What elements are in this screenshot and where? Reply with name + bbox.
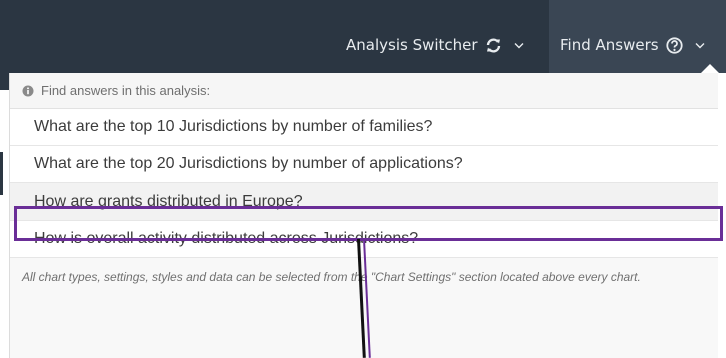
info-icon xyxy=(22,85,34,97)
chevron-down-icon xyxy=(514,42,524,49)
help-icon xyxy=(665,36,683,54)
question-item[interactable]: What are the top 20 Jurisdictions by num… xyxy=(10,146,718,183)
question-text: What are the top 10 Jurisdictions by num… xyxy=(34,118,433,135)
question-item[interactable]: What are the top 10 Jurisdictions by num… xyxy=(10,109,718,146)
refresh-icon xyxy=(485,37,502,53)
analysis-switcher-label: Analysis Switcher xyxy=(346,36,478,54)
dropdown-header: Find answers in this analysis: xyxy=(10,73,718,109)
question-text: How are grants distributed in Europe? xyxy=(34,192,303,210)
background-page-edge xyxy=(0,152,3,195)
question-item-highlighted[interactable]: How are grants distributed in Europe? xyxy=(10,183,718,221)
question-text: How is overall activity distributed acro… xyxy=(34,230,419,247)
footer-note-text: All chart types, settings, styles and da… xyxy=(22,270,641,284)
dropdown-header-text: Find answers in this analysis: xyxy=(41,83,211,98)
question-text: What are the top 20 Jurisdictions by num… xyxy=(34,155,463,172)
chevron-down-icon xyxy=(695,42,705,49)
find-answers-label: Find Answers xyxy=(560,36,659,54)
dropdown-caret xyxy=(701,64,719,73)
